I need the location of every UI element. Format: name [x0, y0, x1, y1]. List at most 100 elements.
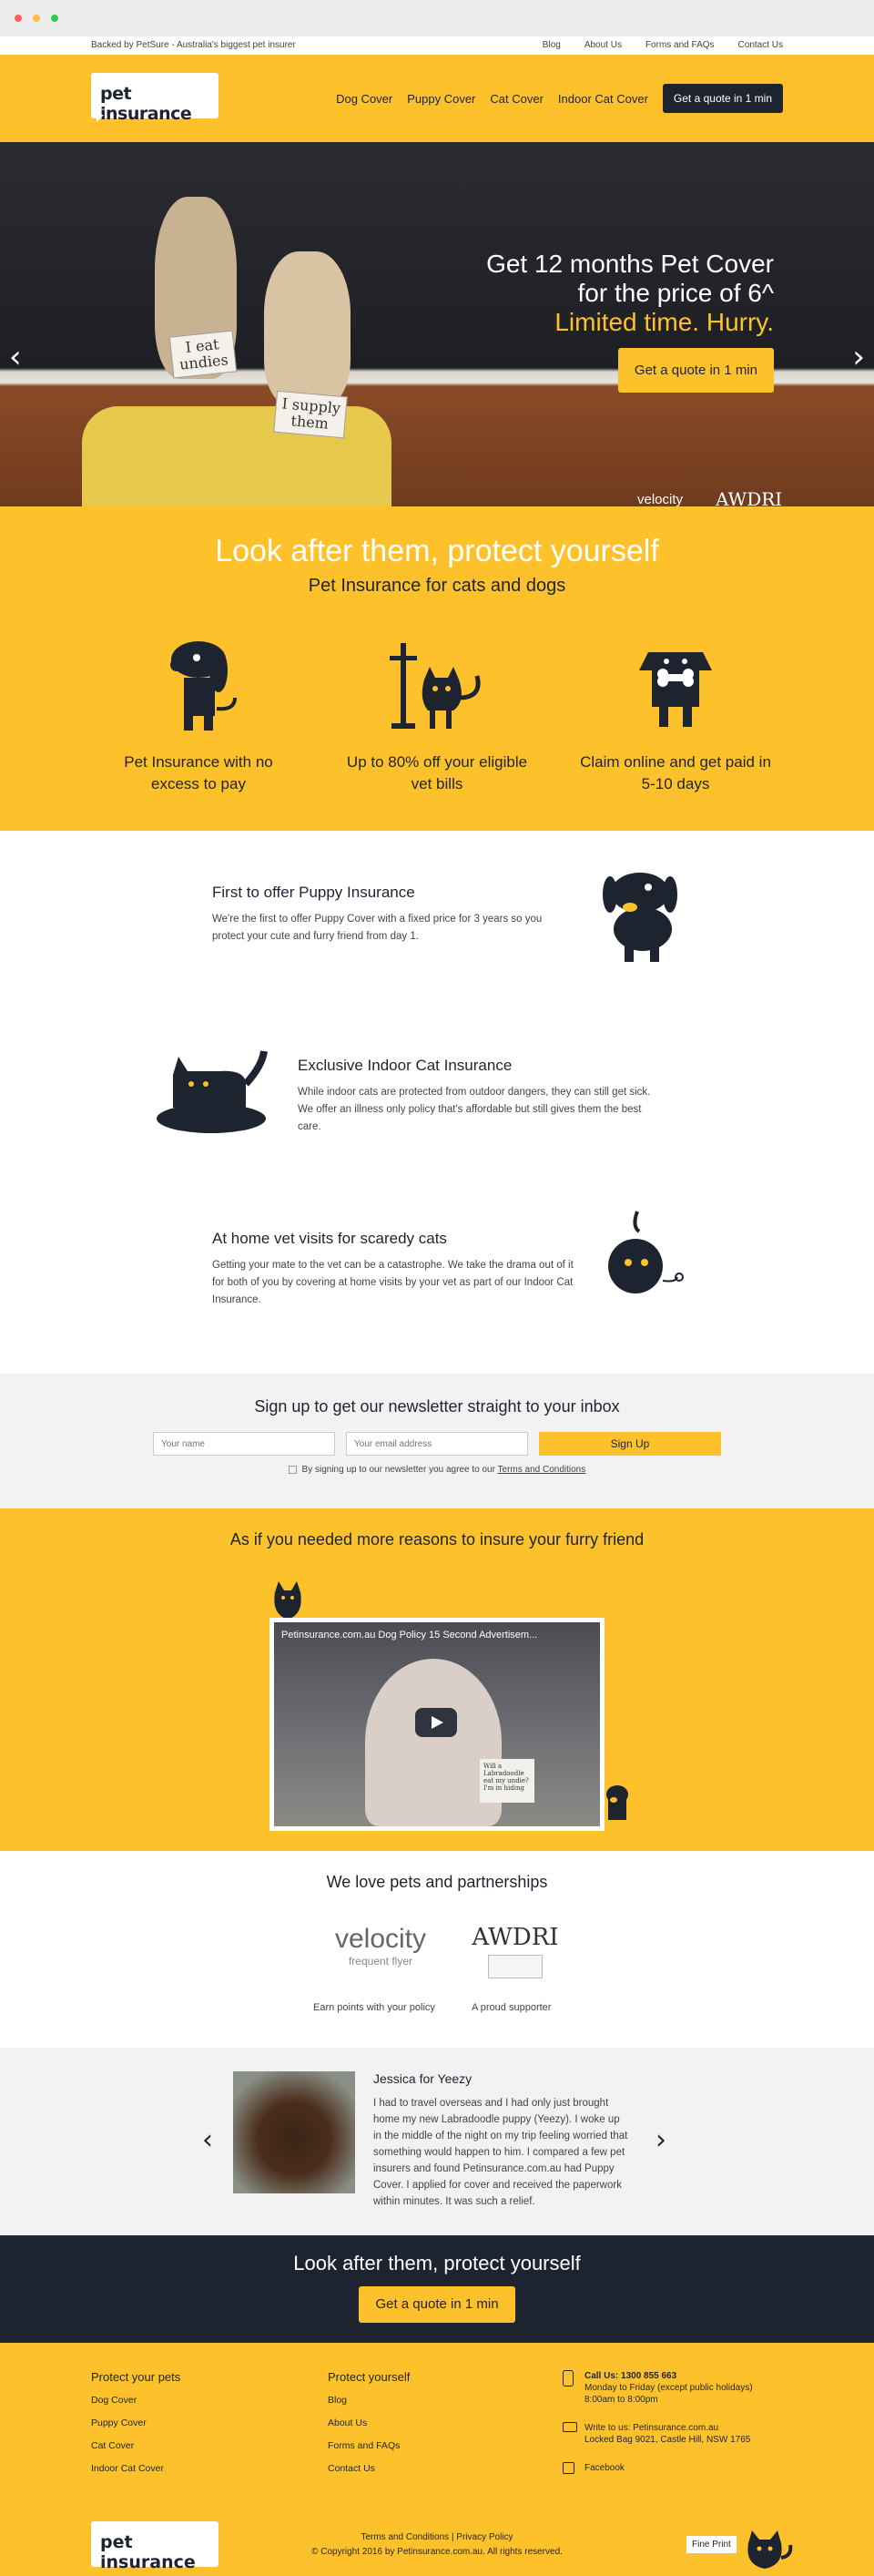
sitting-cat-icon: [274, 1581, 301, 1620]
browser-frame: Backed by PetSure - Australia's biggest …: [0, 0, 874, 2576]
hero-sign-left: I eat undies: [168, 330, 238, 379]
phone-hours: Monday to Friday (except public holidays…: [584, 2383, 753, 2393]
benefit-home-vet-text: Getting your mate to the vet can be a ca…: [212, 1260, 574, 1305]
features-section: Look after them, protect yourself Pet In…: [0, 506, 874, 831]
hero-next-icon[interactable]: ›: [852, 339, 865, 375]
awdri-caption: A proud supporter: [472, 2002, 552, 2013]
site-logo[interactable]: pet insurance: [91, 73, 218, 124]
envelope-icon: [563, 2422, 577, 2432]
dog-icon: [170, 641, 237, 731]
hero-line-3: Limited time. Hurry.: [554, 308, 774, 336]
hero-sign-right: I supply them: [273, 390, 348, 439]
newsletter-terms: By signing up to our newsletter you agre…: [0, 1465, 874, 1475]
video-player[interactable]: Will a Labradoodle eat my undie? I'm in …: [269, 1618, 605, 1831]
phone-label[interactable]: Call Us: 1300 855 663: [584, 2370, 753, 2382]
footer-link-cat-cover[interactable]: Cat Cover: [91, 2440, 180, 2451]
newsletter-title: Sign up to get our newsletter straight t…: [254, 1397, 620, 1416]
logo-text: pet insurance: [100, 84, 192, 124]
awdri-partner-logo[interactable]: AWDRI: [470, 1924, 561, 1978]
benefit-puppy: First to offer Puppy Insurance We're the…: [0, 856, 874, 993]
fine-print-button[interactable]: Fine Print: [686, 2536, 737, 2553]
hero-line-1: Get 12 months Pet Cover: [486, 250, 774, 278]
feature-no-excess: Pet Insurance with no excess to pay: [98, 634, 299, 795]
phone-icon: [563, 2370, 574, 2387]
terms-link[interactable]: Terms and Conditions: [498, 1465, 586, 1475]
facebook-icon: [563, 2462, 574, 2474]
logo-tail: [97, 115, 104, 122]
newsletter-email-input[interactable]: [346, 1432, 528, 1456]
top-link-about[interactable]: About Us: [584, 40, 622, 50]
site-footer: Protect your pets Dog Cover Puppy Cover …: [0, 2343, 874, 2576]
backed-by-text: Backed by PetSure - Australia's biggest …: [91, 40, 296, 50]
footer-link-blog[interactable]: Blog: [328, 2395, 410, 2406]
footer-link-dog-cover[interactable]: Dog Cover: [91, 2395, 180, 2406]
feature-claim-online-text: Claim online and get paid in 5-10 days: [580, 753, 771, 792]
hero-prev-icon[interactable]: ‹: [9, 339, 22, 375]
testimonial-name: Jessica for Yeezy: [373, 2071, 473, 2086]
nav-dog-cover[interactable]: Dog Cover: [336, 92, 392, 106]
video-section-title: As if you needed more reasons to insure …: [229, 1530, 645, 1549]
footer-col-pets: Protect your pets Dog Cover Puppy Cover …: [91, 2370, 180, 2486]
nav-puppy-cover[interactable]: Puppy Cover: [407, 92, 475, 106]
web-page: Backed by PetSure - Australia's biggest …: [0, 36, 874, 2576]
terms-prefix: By signing up to our newsletter you agre…: [301, 1465, 495, 1475]
footer-link-puppy-cover[interactable]: Puppy Cover: [91, 2418, 180, 2428]
cta-band: Look after them, protect yourself Get a …: [0, 2235, 874, 2343]
benefit-indoor-cat-text: While indoor cats are protected from out…: [298, 1087, 651, 1132]
cta-band-quote-button[interactable]: Get a quote in 1 min: [359, 2286, 515, 2323]
feature-vet-bills-text: Up to 80% off your eligible vet bills: [346, 753, 528, 792]
video-section: As if you needed more reasons to insure …: [0, 1508, 874, 1851]
newsletter-name-input[interactable]: [153, 1432, 335, 1456]
facebook-label[interactable]: Facebook: [584, 2462, 753, 2474]
newsletter-section: Sign up to get our newsletter straight t…: [0, 1374, 874, 1508]
maximize-window-icon[interactable]: [51, 15, 58, 22]
awdri-emblem: [488, 1955, 543, 1978]
hero-dog-right: [264, 251, 351, 406]
site-header: pet insurance Dog Cover Puppy Cover Cat …: [0, 55, 874, 142]
benefit-puppy-text: We're the first to offer Puppy Cover wit…: [212, 914, 543, 942]
benefit-home-vet: At home vet visits for scaredy cats Gett…: [0, 1202, 874, 1339]
velocity-sub: frequent flyer: [348, 1955, 413, 1968]
awdri-logo: AWDRI: [716, 488, 783, 506]
testimonial-next-icon[interactable]: ›: [656, 2124, 666, 2156]
cat-on-cushion-icon: [157, 1050, 268, 1133]
footer-col-yourself: Protect yourself Blog About Us Forms and…: [328, 2370, 410, 2486]
nav-cat-cover[interactable]: Cat Cover: [490, 92, 544, 106]
top-bar: Backed by PetSure - Australia's biggest …: [0, 36, 874, 55]
feature-no-excess-text: Pet Insurance with no excess to pay: [124, 753, 273, 792]
peeking-dog-icon: [606, 1785, 628, 1820]
top-link-forms[interactable]: Forms and FAQs: [645, 40, 715, 50]
velocity-logo: velocity: [637, 492, 684, 506]
footer-link-contact[interactable]: Contact Us: [328, 2463, 410, 2474]
nav-indoor-cat-cover[interactable]: Indoor Cat Cover: [558, 92, 648, 106]
benefit-indoor-cat: Exclusive Indoor Cat Insurance While ind…: [0, 1029, 874, 1166]
top-link-blog[interactable]: Blog: [543, 40, 561, 50]
minimize-window-icon[interactable]: [33, 15, 40, 22]
top-link-contact[interactable]: Contact Us: [738, 40, 783, 50]
phone-time: 8:00am to 8:00pm: [584, 2395, 658, 2405]
header-quote-button[interactable]: Get a quote in 1 min: [662, 84, 783, 113]
browser-chrome: [0, 0, 874, 36]
testimonial-text: I had to travel overseas and I had only …: [373, 2098, 628, 2207]
footer-link-about[interactable]: About Us: [328, 2418, 410, 2428]
hero-partner-logos: velocity AWDRI: [637, 479, 782, 506]
footer-link-forms[interactable]: Forms and FAQs: [328, 2440, 410, 2451]
velocity-partner-logo[interactable]: velocity frequent flyer: [326, 1924, 435, 1968]
hero-quote-button[interactable]: Get a quote in 1 min: [617, 348, 774, 393]
video-frame: Will a Labradoodle eat my undie? I'm in …: [274, 1622, 600, 1826]
feature-claim-online: Claim online and get paid in 5-10 days: [575, 634, 776, 795]
footer-contact: Call Us: 1300 855 663 Monday to Friday (…: [563, 2370, 753, 2490]
feature-vet-bills: Up to 80% off your eligible vet bills: [337, 634, 537, 795]
close-window-icon[interactable]: [15, 15, 22, 22]
terms-checkbox[interactable]: [288, 1465, 297, 1474]
newsletter-signup-button[interactable]: Sign Up: [539, 1432, 721, 1456]
footer-link-indoor-cat-cover[interactable]: Indoor Cat Cover: [91, 2463, 180, 2474]
play-icon[interactable]: [415, 1708, 457, 1737]
dog-bone-icon: [639, 652, 712, 727]
footer-col-pets-title: Protect your pets: [91, 2370, 181, 2384]
footer-address: Write to us: Petinsurance.com.au Locked …: [563, 2422, 753, 2446]
hero-line-2: for the price of 6^: [577, 279, 774, 307]
footer-facebook[interactable]: Facebook: [563, 2462, 753, 2474]
testimonial-prev-icon[interactable]: ‹: [202, 2124, 213, 2156]
main-nav: Dog Cover Puppy Cover Cat Cover Indoor C…: [336, 84, 783, 113]
